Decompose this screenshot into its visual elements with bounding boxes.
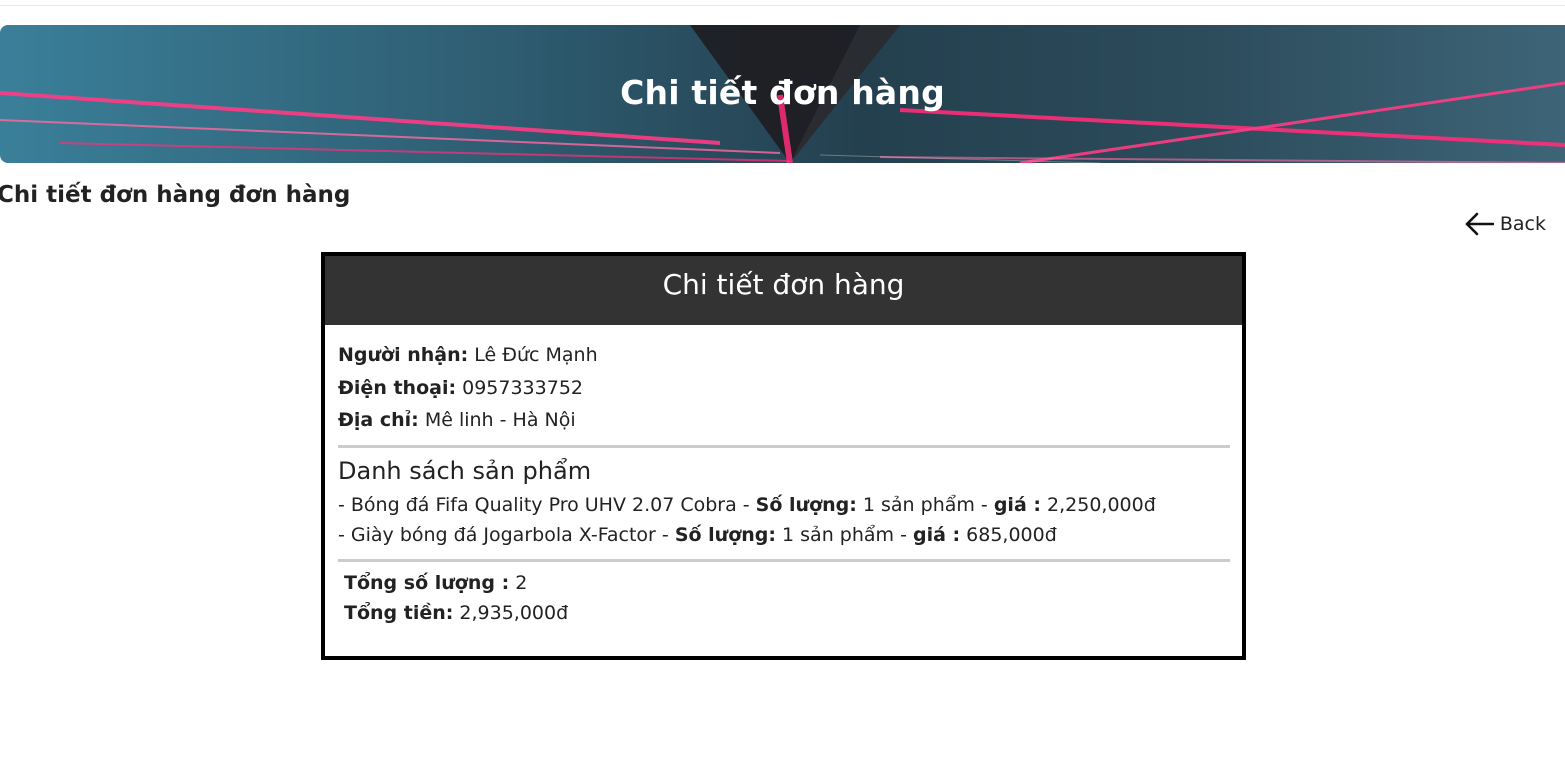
- phone-value: 0957333752: [462, 376, 583, 399]
- product-qty-label: Số lượng:: [674, 523, 776, 546]
- address-value: Mê linh - Hà Nội: [424, 409, 576, 431]
- total-quantity-value: 2: [509, 571, 528, 594]
- divider: [338, 558, 1230, 562]
- total-price-value: 2,935,000đ: [453, 601, 569, 624]
- recipient-value: Lê Đức Mạnh: [474, 344, 598, 366]
- address-row: Địa chỉ: Mê linh - Hà Nội: [338, 404, 1230, 437]
- order-detail-card: Chi tiết đơn hàng Người nhận: Lê Đức Mạn…: [321, 252, 1246, 660]
- recipient-label: Người nhận:: [338, 344, 469, 366]
- back-button[interactable]: Back: [1464, 212, 1546, 236]
- product-price: 2,250,000đ: [1040, 493, 1156, 516]
- product-name: - Giày bóng đá Jogarbola X-Factor -: [338, 523, 675, 546]
- product-name: - Bóng đá Fifa Quality Pro UHV 2.07 Cobr…: [338, 493, 756, 516]
- total-quantity-label: Tổng số lượng :: [344, 571, 510, 594]
- banner-title: Chi tiết đơn hàng: [620, 73, 945, 112]
- product-price-label: giá :: [912, 523, 961, 546]
- total-price-row: Tổng tiền: 2,935,000đ: [344, 598, 1230, 628]
- total-quantity-row: Tổng số lượng : 2: [344, 568, 1230, 598]
- product-row: - Giày bóng đá Jogarbola X-Factor - Số l…: [338, 521, 1230, 551]
- total-price-label: Tổng tiền:: [344, 601, 454, 624]
- product-price-label: giá :: [993, 493, 1041, 516]
- product-row: - Bóng đá Fifa Quality Pro UHV 2.07 Cobr…: [338, 491, 1230, 521]
- top-border: [0, 5, 1565, 6]
- divider: [338, 444, 1230, 448]
- recipient-row: Người nhận: Lê Đức Mạnh: [338, 339, 1230, 372]
- address-label: Địa chỉ:: [338, 409, 419, 431]
- phone-row: Điện thoại: 0957333752: [338, 372, 1230, 405]
- page-banner: Chi tiết đơn hàng: [0, 25, 1565, 163]
- card-title: Chi tiết đơn hàng: [325, 256, 1242, 325]
- card-body: Người nhận: Lê Đức Mạnh Điện thoại: 0957…: [325, 325, 1242, 628]
- arrow-left-icon: [1464, 212, 1494, 236]
- products-title: Danh sách sản phẩm: [338, 456, 592, 485]
- product-qty: 1 sản phẩm -: [775, 523, 913, 546]
- product-qty: 1 sản phẩm -: [856, 493, 994, 516]
- product-price: 685,000đ: [960, 523, 1057, 546]
- back-label: Back: [1499, 213, 1546, 235]
- page-title: Chi tiết đơn hàng đơn hàng: [0, 182, 351, 208]
- phone-label: Điện thoại:: [338, 376, 457, 399]
- order-totals: Tổng số lượng : 2 Tổng tiền: 2,935,000đ: [338, 568, 1230, 628]
- product-qty-label: Số lượng:: [755, 493, 857, 516]
